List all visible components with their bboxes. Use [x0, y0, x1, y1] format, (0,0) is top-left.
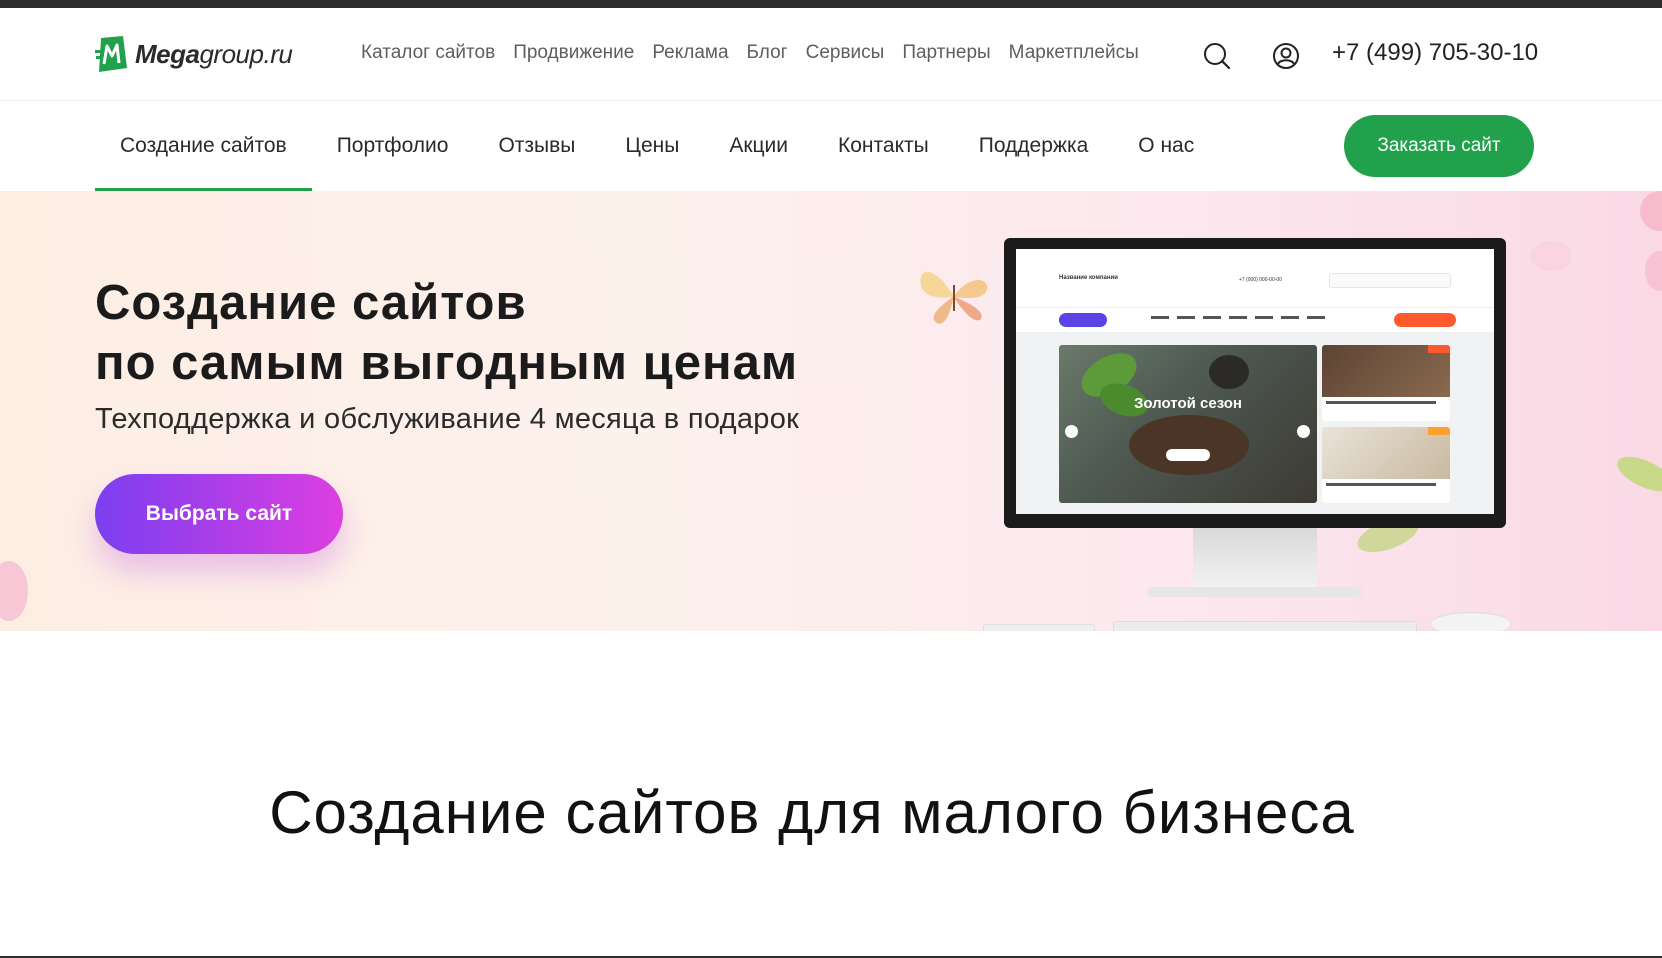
petal-decoration [1640, 191, 1662, 231]
hero-title: Создание сайтов по самым выгодным ценам [95, 276, 799, 390]
top-header: Megagroup.ru Каталог сайтов Продвижение … [0, 8, 1662, 101]
main-nav-promotions[interactable]: Акции [704, 101, 813, 191]
mock-site-header: Название компании +7 (000) 000-00-00 [1016, 249, 1494, 307]
butterfly-icon [920, 271, 988, 324]
top-nav-promotion[interactable]: Продвижение [513, 42, 634, 64]
petal-decoration [1645, 251, 1662, 291]
hero-banner: Создание сайтов по самым выгодным ценам Т… [0, 191, 1662, 631]
mock-site-nav [1016, 307, 1494, 332]
main-nav-portfolio[interactable]: Портфолио [312, 101, 474, 191]
mock-nav-links [1151, 316, 1325, 319]
mock-cart-button [1394, 313, 1456, 327]
top-nav-catalog[interactable]: Каталог сайтов [361, 42, 495, 64]
top-nav-services[interactable]: Сервисы [806, 42, 885, 64]
main-nav-reviews[interactable]: Отзывы [473, 101, 600, 191]
account-button[interactable] [1270, 40, 1302, 72]
main-nav-prices[interactable]: Цены [600, 101, 704, 191]
megagroup-logo-icon [95, 34, 127, 74]
top-nav-blog[interactable]: Блог [747, 42, 788, 64]
mock-prev-arrow-icon [1065, 425, 1078, 438]
main-header: Создание сайтов Портфолио Отзывы Цены Ак… [0, 101, 1662, 191]
search-button[interactable] [1201, 40, 1233, 72]
mock-company-name: Название компании [1059, 275, 1118, 281]
hero-subtitle: Техподдержка и обслуживание 4 месяца в п… [95, 403, 800, 435]
choose-website-button[interactable]: Выбрать сайт [95, 474, 343, 554]
user-account-icon [1273, 43, 1299, 69]
mouse-image [1430, 612, 1512, 631]
mock-product-card [1322, 345, 1450, 421]
mock-phone: +7 (000) 000-00-00 [1239, 277, 1282, 283]
logo-text: Megagroup.ru [135, 38, 293, 69]
main-nav-website-creation[interactable]: Создание сайтов [95, 101, 312, 191]
monitor-mockup: Название компании +7 (000) 000-00-00 Зол… [1004, 238, 1506, 528]
mock-product-card [1322, 427, 1450, 503]
main-nav-support[interactable]: Поддержка [954, 101, 1114, 191]
petal-decoration [0, 561, 28, 621]
logo[interactable]: Megagroup.ru [95, 34, 293, 74]
search-icon [1204, 43, 1231, 70]
top-nav-advertising[interactable]: Реклама [652, 42, 728, 64]
trackpad-image [983, 624, 1095, 631]
main-nav-contacts[interactable]: Контакты [813, 101, 954, 191]
main-nav-about[interactable]: О нас [1113, 101, 1219, 191]
mock-catalog-button [1059, 313, 1107, 327]
top-nav: Каталог сайтов Продвижение Реклама Блог … [361, 42, 1139, 64]
mock-slider: Золотой сезон [1059, 345, 1317, 503]
website-screenshot: Название компании +7 (000) 000-00-00 Зол… [1016, 249, 1494, 514]
phone-link[interactable]: +7 (499) 705-30-10 [1332, 39, 1538, 67]
mock-slide-button [1166, 449, 1210, 461]
browser-top-bar [0, 0, 1662, 8]
monitor-stand [1193, 528, 1317, 593]
keyboard-image [1113, 621, 1417, 631]
main-nav: Создание сайтов Портфолио Отзывы Цены Ак… [95, 101, 1219, 191]
leaf-decoration [1612, 449, 1662, 499]
top-nav-partners[interactable]: Партнеры [902, 42, 990, 64]
order-website-button[interactable]: Заказать сайт [1344, 115, 1534, 177]
petal-decoration [1530, 241, 1572, 271]
mock-next-arrow-icon [1297, 425, 1310, 438]
monitor-stand-base [1148, 587, 1362, 597]
mock-search-field [1329, 273, 1451, 288]
top-nav-marketplaces[interactable]: Маркетплейсы [1009, 42, 1139, 64]
mock-slide-title: Золотой сезон [1134, 395, 1242, 412]
section-title: Создание сайтов для малого бизнеса [269, 779, 1355, 846]
